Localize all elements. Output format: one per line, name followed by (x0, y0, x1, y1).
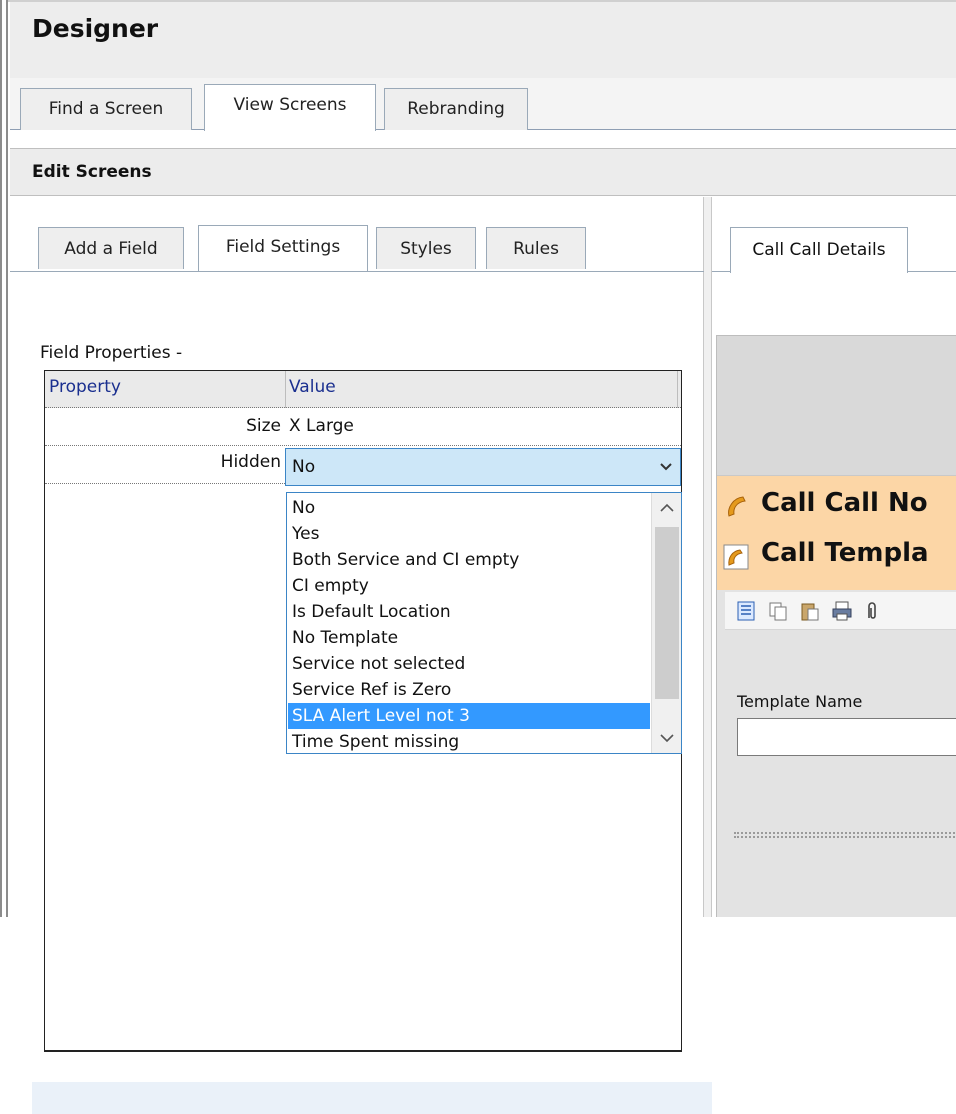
scroll-up-icon[interactable] (652, 493, 682, 523)
title-bar: Designer (10, 2, 956, 78)
tab-add-a-field[interactable]: Add a Field (38, 227, 184, 269)
scroll-down-icon[interactable] (652, 723, 682, 753)
panel-footer (32, 1082, 712, 1114)
property-row-hidden[interactable]: Hidden No (45, 446, 681, 486)
property-name: Hidden (220, 452, 281, 472)
field-properties-label: Field Properties - (40, 343, 183, 363)
scrollbar-thumb[interactable] (655, 527, 679, 699)
dropdown-option[interactable]: No (288, 495, 650, 521)
copy-icon[interactable] (767, 600, 789, 622)
dropdown-option[interactable]: Yes (288, 521, 650, 547)
field-placeholder-divider (734, 832, 956, 838)
tab-rules[interactable]: Rules (486, 227, 586, 269)
tab-styles[interactable]: Styles (376, 227, 476, 269)
call-template-label: Call Templa (761, 538, 929, 568)
tab-call-call-details[interactable]: Call Call Details (730, 227, 908, 273)
dropdown-scrollbar[interactable] (651, 493, 681, 753)
tab-field-settings[interactable]: Field Settings (198, 225, 368, 271)
dropdown-option[interactable]: Service Ref is Zero (288, 677, 650, 703)
edit-subtabs: Add a Field Field Settings Styles Rules (10, 225, 704, 272)
main-tabs: Find a Screen View Screens Rebranding (10, 78, 956, 131)
window-left-border-inner (6, 0, 8, 917)
hidden-select-value: No (292, 457, 316, 477)
property-name: Size (246, 416, 281, 436)
edit-screens-header: Edit Screens (10, 148, 956, 196)
dropdown-option[interactable]: No Template (288, 625, 650, 651)
hidden-select[interactable]: No (285, 448, 681, 486)
document-icon[interactable] (735, 600, 757, 622)
dropdown-option[interactable]: Time Spent missing (288, 729, 650, 755)
panel-splitter[interactable] (704, 197, 712, 917)
app-title: Designer (32, 14, 159, 43)
preview-toolbar (725, 592, 956, 630)
template-name-input[interactable] (737, 718, 956, 756)
call-number-label: Call Call No (761, 488, 928, 518)
dropdown-option[interactable]: Is Default Location (288, 599, 650, 625)
value-column-header[interactable]: Value (289, 377, 336, 397)
preview-orange-band: Call Call No Call Templa (717, 476, 956, 590)
window-left-border (0, 0, 4, 917)
dropdown-option[interactable]: Service not selected (288, 651, 650, 677)
property-grid-header: Property Value (45, 371, 681, 408)
preview-canvas: Call Call No Call Templa (716, 335, 956, 917)
dropdown-option[interactable]: Both Service and CI empty (288, 547, 650, 573)
template-phone-icon (723, 544, 749, 570)
property-row-size[interactable]: Size X Large (45, 408, 681, 446)
phone-icon (728, 496, 746, 517)
dropdown-option-highlighted[interactable]: SLA Alert Level not 3 (288, 703, 650, 729)
dropdown-option[interactable]: CI empty (288, 573, 650, 599)
screen-preview-panel: Call Call Details Call Call No Call Temp… (712, 197, 956, 917)
edit-screens-title: Edit Screens (32, 162, 152, 182)
attachment-icon[interactable] (861, 600, 883, 622)
hidden-dropdown-list[interactable]: No Yes Both Service and CI empty CI empt… (286, 492, 682, 754)
print-icon[interactable] (831, 600, 853, 622)
property-column-header[interactable]: Property (49, 377, 121, 397)
preview-tabs: Call Call Details (712, 227, 956, 273)
property-value: X Large (289, 416, 354, 436)
template-name-label: Template Name (737, 692, 863, 711)
preview-header-band (717, 336, 956, 476)
paste-icon[interactable] (799, 600, 821, 622)
tab-rebranding[interactable]: Rebranding (384, 88, 528, 130)
tab-find-a-screen[interactable]: Find a Screen (20, 88, 192, 130)
chevron-down-icon (660, 463, 672, 471)
tab-view-screens[interactable]: View Screens (204, 84, 376, 131)
